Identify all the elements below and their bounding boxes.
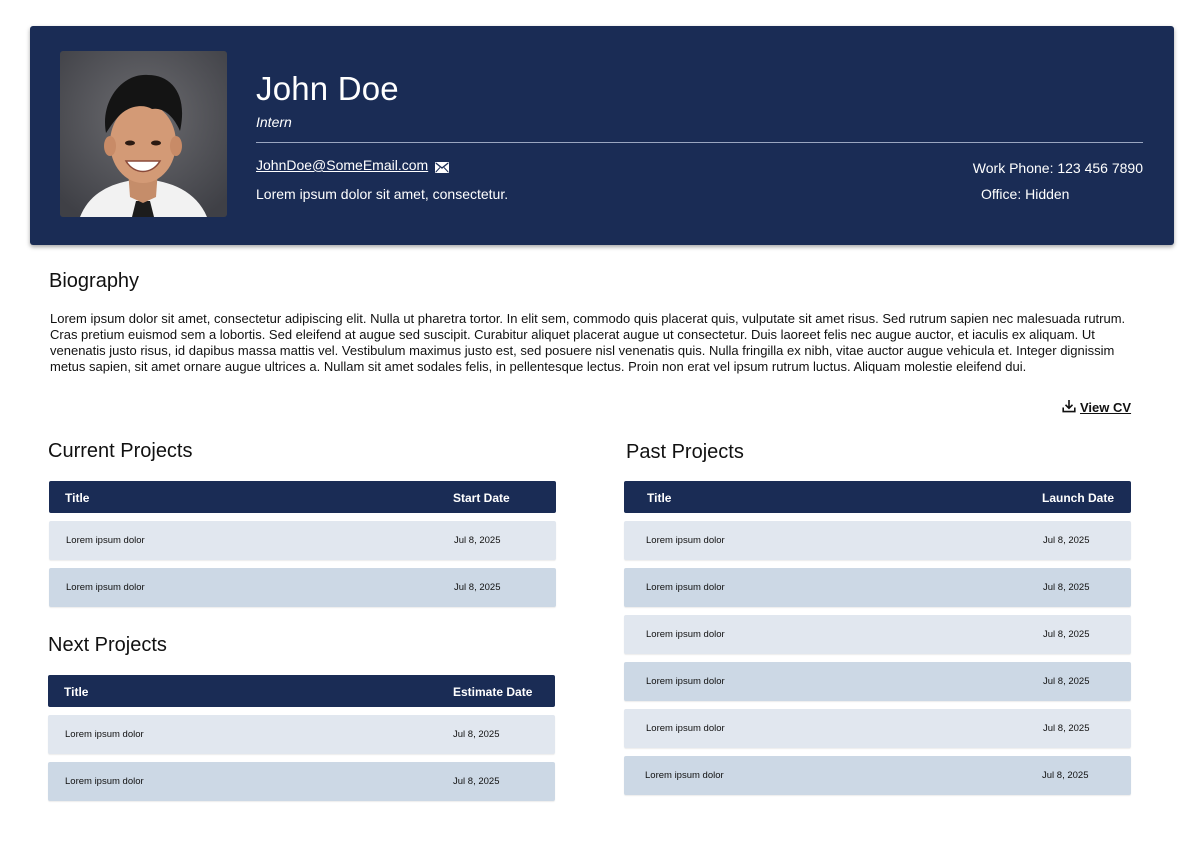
row-title: Lorem ipsum dolor [65,729,144,740]
column-header-title: Title [647,491,672,505]
past-projects-heading: Past Projects [626,441,744,463]
next-projects-table: Title Estimate Date Lorem ipsum dolor Ju… [48,675,555,801]
profile-tagline: Lorem ipsum dolor sit amet, consectetur. [256,186,509,202]
row-title: Lorem ipsum dolor [646,629,725,640]
table-header: Title Start Date [49,481,556,513]
row-title: Lorem ipsum dolor [646,582,725,593]
download-icon [1062,399,1076,416]
column-header-date: Estimate Date [453,685,533,699]
current-projects-heading: Current Projects [48,440,193,462]
table-row[interactable]: Lorem ipsum dolor Jul 8, 2025 [624,756,1131,795]
biography-heading: Biography [49,270,140,292]
row-title: Lorem ipsum dolor [646,723,725,734]
row-title: Lorem ipsum dolor [66,582,145,593]
table-row[interactable]: Lorem ipsum dolor Jul 8, 2025 [624,709,1131,748]
row-title: Lorem ipsum dolor [646,676,725,687]
view-cv-label[interactable]: View CV [1080,400,1131,415]
column-header-title: Title [65,491,90,505]
column-header-date: Launch Date [1042,491,1115,505]
table-row[interactable]: Lorem ipsum dolor Jul 8, 2025 [49,521,556,560]
office-location: Office: Hidden [981,186,1070,202]
row-date: Jul 8, 2025 [1043,629,1090,640]
envelope-icon[interactable] [435,160,450,173]
row-date: Jul 8, 2025 [453,776,500,787]
row-title: Lorem ipsum dolor [66,535,145,546]
column-header-date: Start Date [453,491,510,505]
table-row[interactable]: Lorem ipsum dolor Jul 8, 2025 [624,662,1131,701]
past-projects-table: Title Launch Date Lorem ipsum dolor Jul … [624,481,1131,795]
profile-header: John Doe Intern JohnDoe@SomeEmail.com Lo… [30,26,1174,245]
profile-name: John Doe [256,70,399,107]
table-row[interactable]: Lorem ipsum dolor Jul 8, 2025 [624,615,1131,654]
row-date: Jul 8, 2025 [454,535,501,546]
row-date: Jul 8, 2025 [1043,535,1090,546]
table-row[interactable]: Lorem ipsum dolor Jul 8, 2025 [49,568,556,607]
work-phone: Work Phone: 123 456 7890 [972,160,1143,176]
table-header: Title Estimate Date [48,675,555,707]
row-date: Jul 8, 2025 [453,729,500,740]
next-projects-heading: Next Projects [48,634,167,656]
row-title: Lorem ipsum dolor [645,770,724,781]
row-date: Jul 8, 2025 [1043,676,1090,687]
table-header: Title Launch Date [624,481,1131,513]
row-date: Jul 8, 2025 [1043,723,1090,734]
email-row: JohnDoe@SomeEmail.com [256,157,450,173]
header-divider [256,142,1143,143]
table-row[interactable]: Lorem ipsum dolor Jul 8, 2025 [48,762,555,801]
row-title: Lorem ipsum dolor [646,535,725,546]
row-date: Jul 8, 2025 [1043,582,1090,593]
row-date: Jul 8, 2025 [454,582,501,593]
view-cv-link[interactable]: View CV [1062,399,1131,416]
profile-photo [60,51,227,217]
table-row[interactable]: Lorem ipsum dolor Jul 8, 2025 [624,521,1131,560]
table-row[interactable]: Lorem ipsum dolor Jul 8, 2025 [48,715,555,754]
column-header-title: Title [64,685,89,699]
email-link[interactable]: JohnDoe@SomeEmail.com [256,157,428,173]
row-date: Jul 8, 2025 [1042,770,1089,781]
biography-text: Lorem ipsum dolor sit amet, consectetur … [50,311,1126,374]
current-projects-table: Title Start Date Lorem ipsum dolor Jul 8… [49,481,556,607]
table-row[interactable]: Lorem ipsum dolor Jul 8, 2025 [624,568,1131,607]
row-title: Lorem ipsum dolor [65,776,144,787]
profile-role: Intern [256,114,292,130]
